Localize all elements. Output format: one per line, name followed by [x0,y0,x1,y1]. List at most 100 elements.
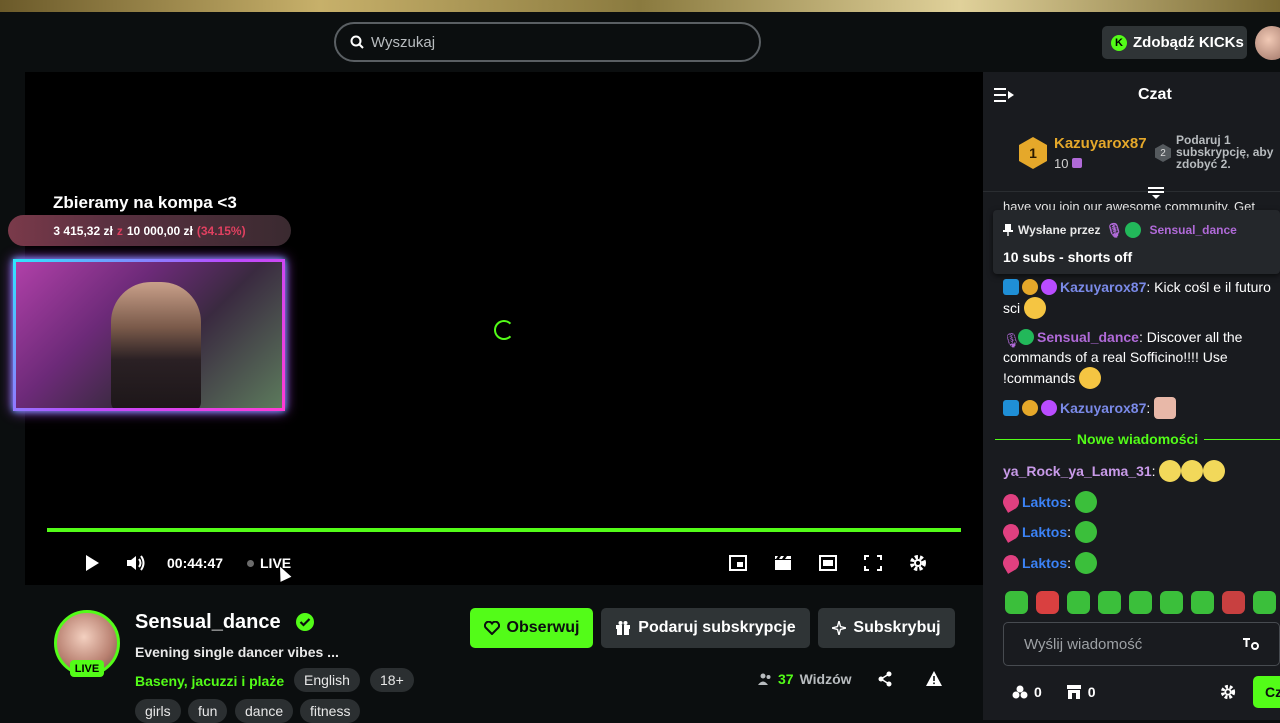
leader-count: 10 [1054,156,1083,171]
theater-mode-button[interactable] [816,553,840,573]
fullscreen-icon [864,555,882,571]
quick-emote-bar [1005,591,1280,617]
channel-name[interactable]: Sensual_dance [135,611,281,634]
store-counter[interactable]: 0 [1066,684,1096,700]
store-count: 0 [1087,684,1096,700]
report-warning-icon[interactable] [925,670,943,688]
chat-message: Laktos: [1000,552,1275,574]
chat-username[interactable]: ya_Rock_ya_Lama_31 [1003,463,1152,479]
playback-time: 00:44:47 [167,555,224,571]
chat-message: Laktos: [1000,521,1275,543]
quick-emote-icon[interactable] [1036,591,1059,614]
leader-name[interactable]: Kazuyarox87 [1054,135,1147,152]
quick-emote-icon[interactable] [1098,591,1121,614]
subscribe-button[interactable]: Subskrybuj [818,608,955,648]
tag-dance[interactable]: dance [235,699,294,723]
user-avatar[interactable] [1255,26,1280,60]
volume-icon [127,555,145,571]
follow-button[interactable]: Obserwuj [470,608,593,648]
miniplayer-button[interactable] [726,553,750,573]
emote-icon [1074,521,1097,543]
chat-username[interactable]: Laktos [1022,524,1067,540]
chat-message: Kazuyarox87: [1003,397,1275,419]
pinned-message-text: 10 subs - shorts off [1003,249,1133,265]
quick-emote-icon[interactable] [1253,591,1276,614]
chat-username[interactable]: Sensual_dance [1037,329,1139,345]
search-box[interactable] [334,22,761,62]
chat-username[interactable]: Laktos [1022,555,1067,571]
tag-fitness[interactable]: fitness [300,699,361,723]
chat-text: : Kick cośl e il futuro [1146,279,1271,295]
chat-username[interactable]: Laktos [1022,494,1067,510]
drops-count: 0 [1034,684,1042,700]
chat-text: : [1067,494,1072,510]
clip-icon [775,556,791,570]
leader-count-value: 10 [1054,156,1069,171]
og-badge-icon [1003,400,1019,416]
chat-message: Kazuyarox87: Kick cośl e il futuro sci [1003,277,1275,319]
chat-input[interactable] [1024,635,1234,653]
pinned-by: Wysłane przez 🎙 Sensual_dance [1003,222,1237,238]
chat-footer: 0 0 [1012,684,1096,700]
chat-message: ya_Rock_ya_Lama_31: [1003,460,1275,482]
collapse-chat-icon[interactable] [994,87,1014,103]
play-button[interactable] [80,553,104,573]
chat-title: Czat [1138,86,1172,103]
tag-18plus[interactable]: 18+ [370,668,414,692]
settings-button[interactable] [906,553,930,573]
emote-icon [1203,460,1226,482]
pinned-message-card[interactable]: Wysłane przez 🎙 Sensual_dance 10 subs - … [993,210,1280,274]
verified-badge-icon [1125,222,1142,238]
expand-pinned-icon[interactable] [1148,187,1164,199]
playback-progress-bar[interactable] [47,528,961,532]
fullscreen-button[interactable] [861,553,885,573]
quick-emote-icon[interactable] [1160,591,1183,614]
chat-username[interactable]: Kazuyarox87 [1060,279,1146,295]
leader-next-note: Podaruj 1 subskrypcję, aby zdobyć 2. [1176,133,1274,171]
anime-emote-icon [1154,397,1177,419]
quick-emote-icon[interactable] [1129,591,1152,614]
pin-icon [1003,224,1013,236]
search-icon [350,35,364,49]
drop-badge-icon [1000,521,1022,543]
goal-current: 3 415,32 zł [53,223,113,238]
volume-button[interactable] [125,553,149,573]
clip-button[interactable] [771,553,795,573]
chat-username[interactable]: Kazuyarox87 [1060,400,1146,416]
pinned-by-user[interactable]: Sensual_dance [1149,223,1236,237]
stream-category[interactable]: Baseny, jacuzzi i plaże [135,673,284,689]
viewer-count: 37 Widzów [758,671,852,687]
gift-subs-button[interactable]: Podaruj subskrypcje [601,608,810,648]
kicks-icon: K [1111,34,1127,51]
new-messages-divider: Nowe wiadomości [995,430,1280,448]
play-icon [86,555,99,571]
miniplayer-icon [729,555,747,571]
sparkle-icon [832,621,847,635]
emote-icon [1074,552,1097,574]
laugh-emoji-icon [1024,297,1047,319]
get-kicks-button[interactable]: K Zdobądź KICKs [1102,26,1247,59]
tag-girls[interactable]: girls [135,699,181,723]
search-input[interactable] [371,33,731,51]
chat-message: 🎙 Sensual_dance: Discover all the command… [1003,327,1275,389]
chat-text: : [1151,463,1156,479]
send-chat-button[interactable]: Czat [1253,676,1280,708]
drops-counter[interactable]: 0 [1012,684,1042,700]
quick-emote-icon[interactable] [1191,591,1214,614]
divider-line [1204,438,1280,440]
tag-english[interactable]: English [294,668,360,692]
chat-settings-icon[interactable] [1220,684,1236,700]
quick-emote-icon[interactable] [1067,591,1090,614]
viewer-number: 37 [778,671,794,687]
tag-fun[interactable]: fun [188,699,228,723]
emote-picker-icon[interactable] [1243,637,1259,651]
viewer-label: Widzów [799,671,852,687]
webcam-overlay [13,259,285,411]
quick-emote-icon[interactable] [1222,591,1245,614]
quick-emote-icon[interactable] [1005,591,1028,614]
share-icon[interactable] [877,671,893,687]
divider-line [995,438,1071,440]
chat-input-box[interactable] [1003,622,1280,666]
store-icon [1066,685,1081,699]
broadcaster-mic-icon: 🎙 [1105,222,1124,238]
